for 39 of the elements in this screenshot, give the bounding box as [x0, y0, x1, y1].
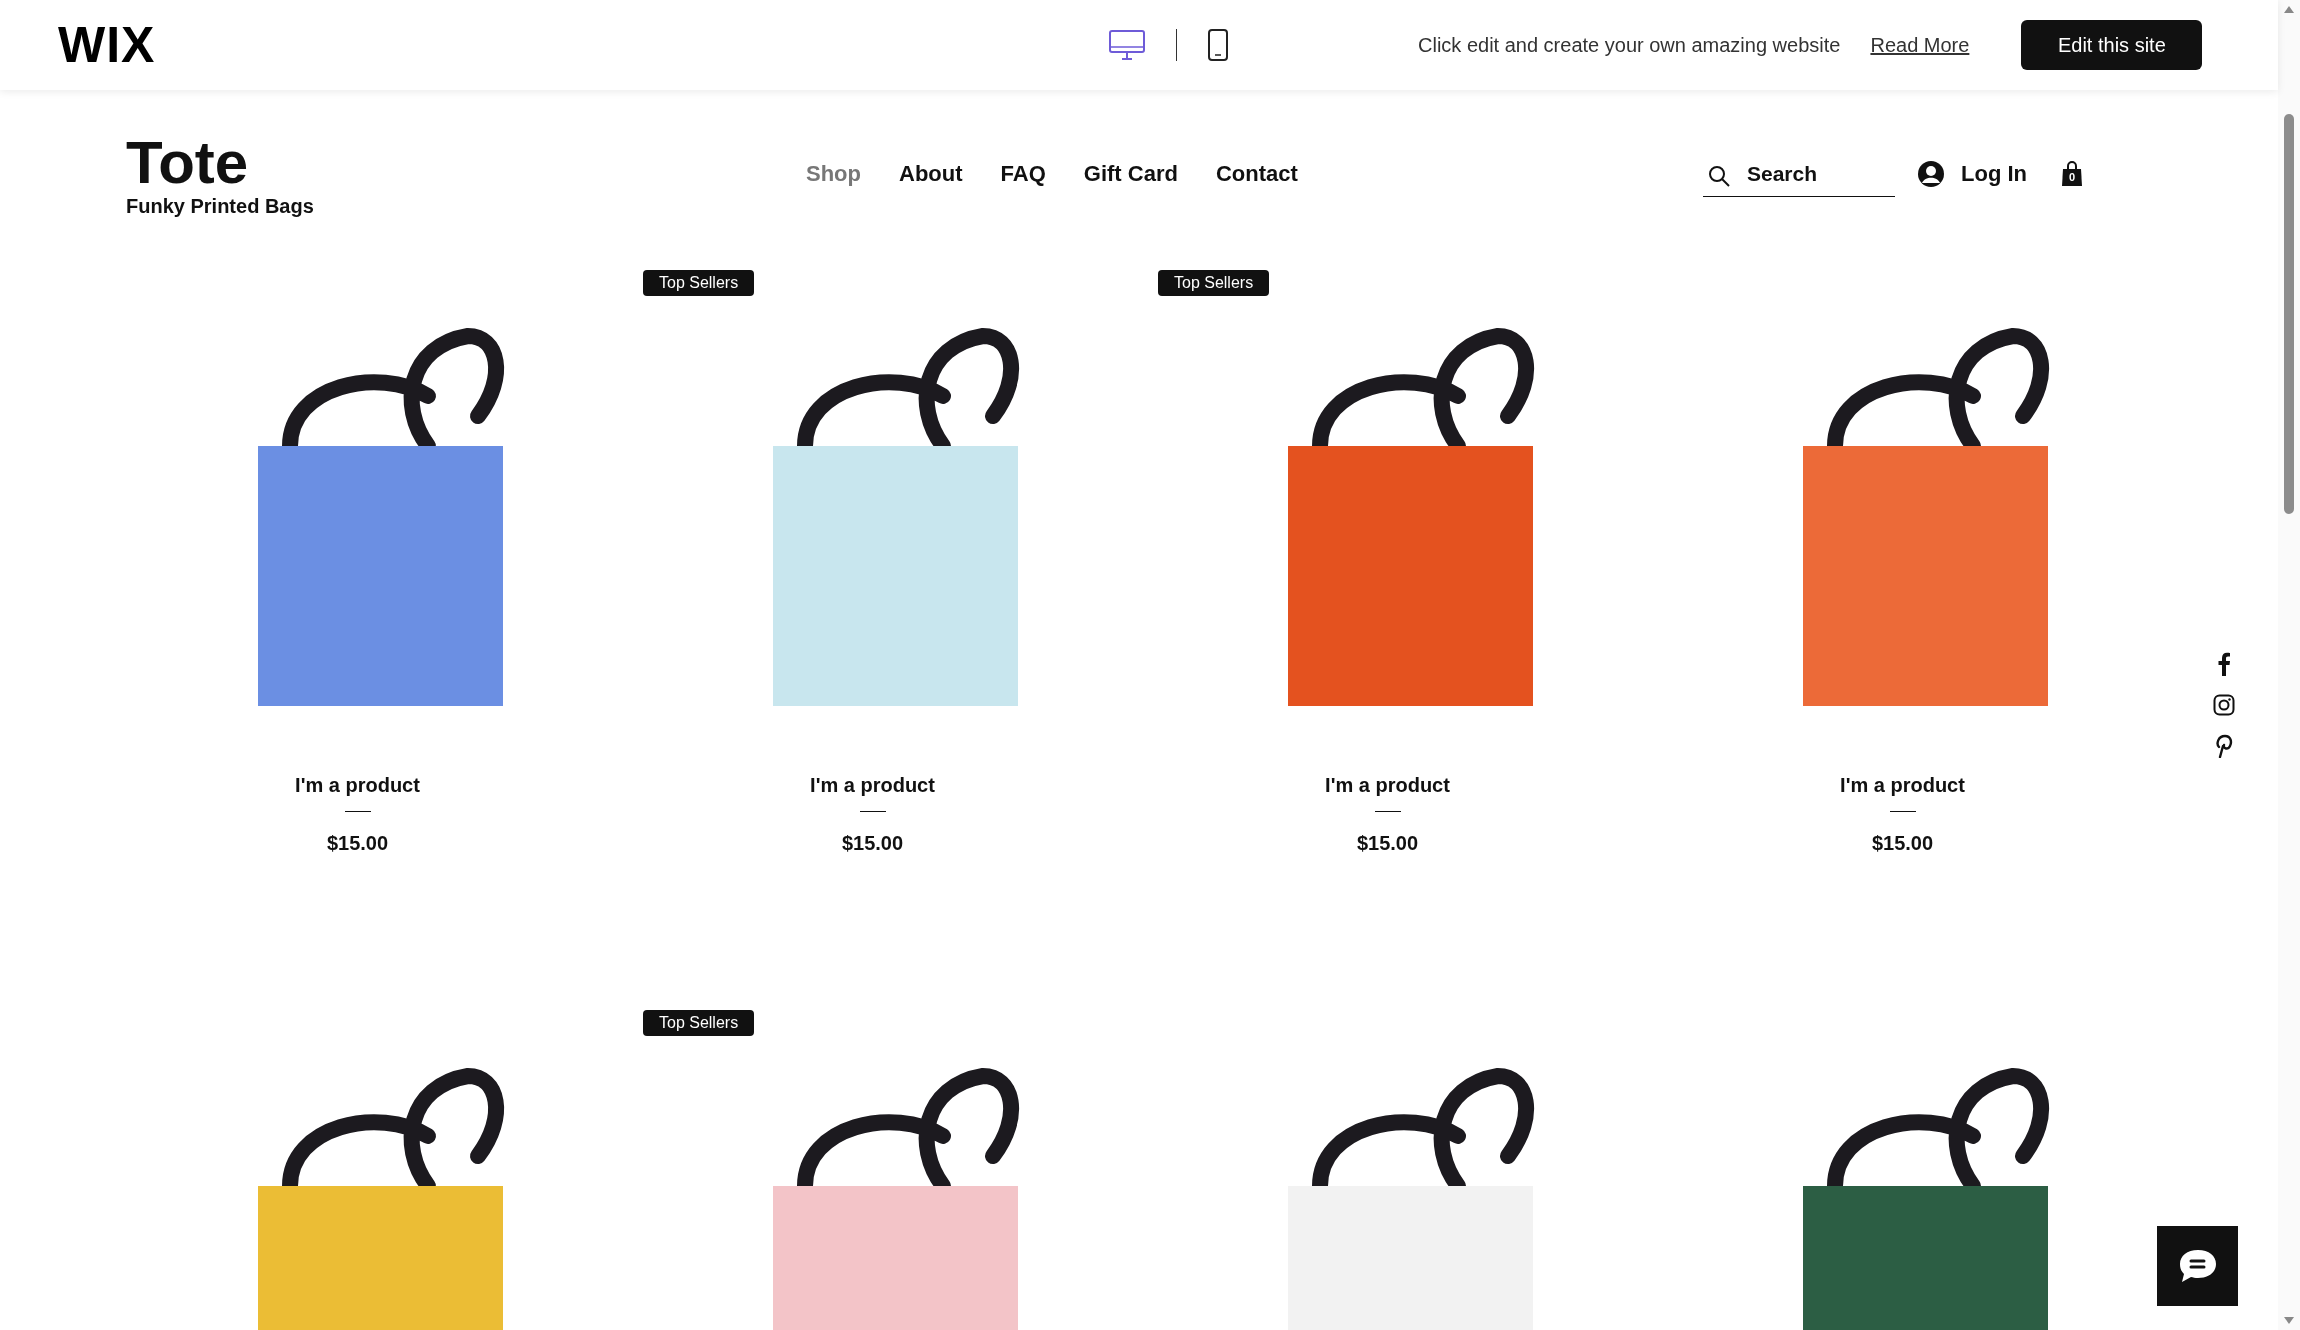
facebook-icon[interactable]: [2217, 652, 2231, 676]
product-title[interactable]: I'm a product: [1325, 774, 1450, 797]
product-price: $15.00: [326, 832, 389, 855]
cart-button[interactable]: 0: [2061, 161, 2083, 187]
chat-button[interactable]: [2157, 1226, 2238, 1306]
scroll-down-arrow-icon[interactable]: [2282, 1316, 2296, 1326]
product-price: $15.00: [841, 832, 904, 855]
nav-link[interactable]: About: [899, 161, 963, 187]
nav-link[interactable]: Gift Card: [1083, 161, 1178, 187]
nav-link[interactable]: Contact: [1215, 161, 1298, 187]
desktop-icon[interactable]: [1108, 29, 1146, 61]
scrollbar-thumb[interactable]: [2284, 114, 2294, 514]
nav-link[interactable]: Shop: [806, 161, 861, 187]
account-icon: [1917, 160, 1945, 188]
wix-logo: WIX: [58, 16, 157, 74]
mobile-icon[interactable]: [1207, 28, 1229, 62]
read-more-link[interactable]: Read More: [1870, 33, 1970, 57]
product-title[interactable]: I'm a product: [295, 774, 420, 797]
chat-bubble-icon: [2177, 1248, 2218, 1284]
product-badge: Top Sellers: [643, 270, 755, 296]
site-title: Tote: [126, 130, 250, 195]
search-icon: [1707, 163, 1731, 188]
product-price: $15.00: [1356, 832, 1419, 855]
product-badge: Top Sellers: [1158, 270, 1270, 296]
promo-text: Click edit and create your own amazing website: [1418, 33, 1841, 57]
product-price: $15.00: [1871, 832, 1934, 855]
search-field[interactable]: Search: [1703, 151, 1895, 197]
product-title[interactable]: I'm a product: [1840, 774, 1965, 797]
product-title[interactable]: I'm a product: [810, 774, 935, 797]
login-link[interactable]: Log In: [1917, 160, 2027, 188]
shopping-bag-icon: [2061, 161, 2083, 187]
instagram-icon[interactable]: [2213, 694, 2235, 716]
pinterest-icon[interactable]: [2215, 734, 2233, 758]
site-tagline: Funky Printed Bags: [126, 194, 315, 218]
product-badge: Top Sellers: [643, 1010, 755, 1036]
scroll-up-arrow-icon[interactable]: [2282, 4, 2296, 14]
edit-site-button[interactable]: Edit this site: [2021, 20, 2203, 70]
cart-count: 0: [2067, 171, 2077, 183]
nav-link[interactable]: FAQ: [1000, 161, 1046, 187]
